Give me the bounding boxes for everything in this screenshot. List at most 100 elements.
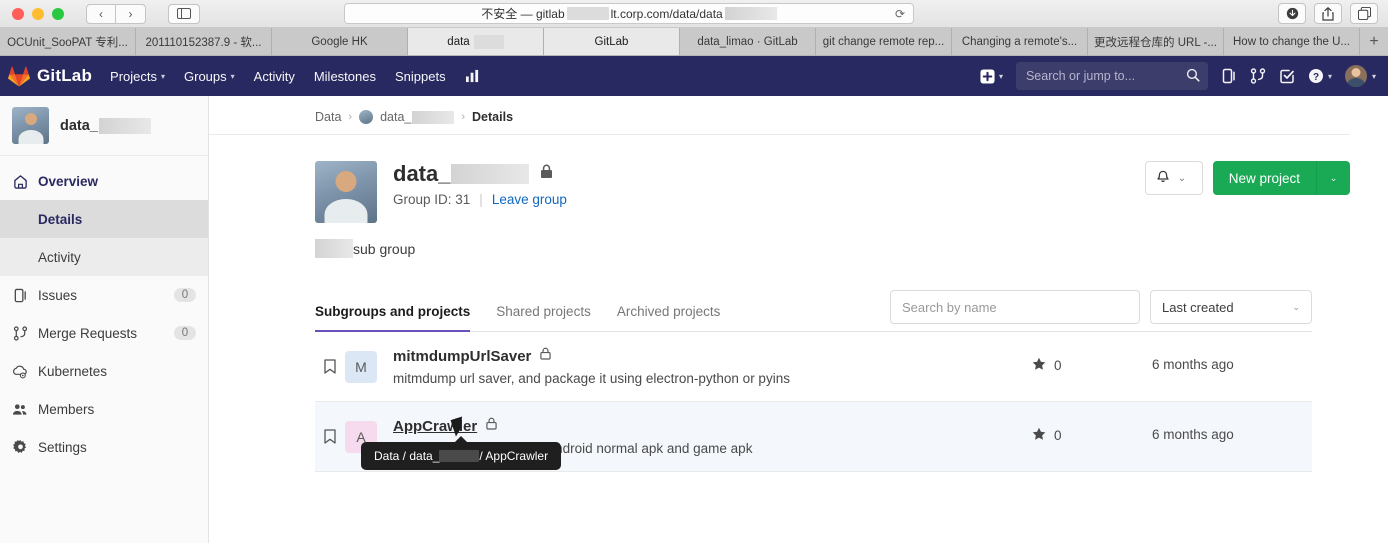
- back-icon[interactable]: ‹: [86, 3, 116, 24]
- forward-icon[interactable]: ›: [116, 3, 146, 24]
- chevron-down-icon: ▾: [1371, 71, 1376, 81]
- browser-tab-strip[interactable]: OCUnit_SooPAT 专利... 201110152387.9 - 软..…: [0, 28, 1388, 56]
- browser-toolbar-actions[interactable]: [1278, 3, 1380, 24]
- nav-item-groups[interactable]: Groups ▾: [184, 69, 235, 84]
- bookmark-glyph: [324, 429, 336, 444]
- project-updated-time: 6 months ago: [1152, 427, 1234, 442]
- sidebar-item-details[interactable]: Details: [0, 200, 208, 238]
- new-tab-button[interactable]: +: [1360, 28, 1388, 55]
- browser-tab[interactable]: 更改远程仓库的 URL -...: [1088, 28, 1224, 55]
- sidebar-item-label: Issues: [38, 287, 78, 303]
- tab-shared-projects[interactable]: Shared projects: [496, 296, 603, 331]
- user-menu-button[interactable]: ▾: [1344, 65, 1376, 87]
- sidebar-item-label: Merge Requests: [38, 325, 138, 341]
- browser-tab[interactable]: How to change the U...: [1224, 28, 1360, 55]
- nav-item-projects[interactable]: Projects ▾: [110, 69, 165, 84]
- tooltip-prefix: Data / data_: [374, 449, 440, 463]
- share-icon[interactable]: [1314, 3, 1342, 24]
- issues-icon[interactable]: [1221, 68, 1237, 84]
- notification-dropdown-button[interactable]: ⌄: [1144, 161, 1203, 195]
- breadcrumb-group[interactable]: data_: [380, 110, 455, 124]
- project-stars: 0: [1032, 417, 1152, 444]
- chevron-down-icon: ⌄: [1177, 172, 1187, 184]
- group-avatar-small: [12, 107, 49, 144]
- group-header: data_ Group ID: 31 | Leave group ⌄ New p…: [209, 135, 1350, 223]
- breadcrumb-root[interactable]: Data: [315, 110, 341, 124]
- help-icon: ?: [1308, 69, 1323, 83]
- download-glyph: [1286, 7, 1298, 20]
- browser-tab[interactable]: git change remote rep...: [816, 28, 952, 55]
- project-updated-time: 6 months ago: [1152, 357, 1234, 372]
- chevron-down-icon: ▾: [1327, 71, 1332, 81]
- tab-archived-projects[interactable]: Archived projects: [617, 296, 733, 331]
- chevron-down-icon: ⌄: [1329, 172, 1338, 183]
- search-glyph: [1186, 68, 1200, 82]
- browser-tab[interactable]: 201110152387.9 - 软...: [136, 28, 272, 55]
- browser-tab-label: How to change the U...: [1233, 35, 1350, 48]
- sidebar-item-activity[interactable]: Activity: [0, 238, 208, 276]
- sidebar-item-kubernetes[interactable]: Kubernetes: [0, 352, 208, 390]
- gitlab-nav-right: ▾ Search or jump to... ? ▾ ▾: [980, 62, 1376, 90]
- browser-tab-label: GitLab: [594, 35, 629, 48]
- sidebar-item-merge-requests[interactable]: Merge Requests 0: [0, 314, 208, 352]
- project-name-row: mitmdumpUrlSaver: [393, 347, 1012, 365]
- svg-text:?: ?: [1313, 72, 1319, 83]
- gitlab-logo-link[interactable]: GitLab: [8, 65, 92, 87]
- merge-request-icon[interactable]: [1250, 68, 1266, 84]
- tab-overview-icon[interactable]: [1350, 3, 1378, 24]
- minimize-window-button[interactable]: [32, 7, 44, 20]
- project-name-link[interactable]: mitmdumpUrlSaver: [393, 348, 531, 365]
- browser-tab[interactable]: Changing a remote's...: [952, 28, 1088, 55]
- browser-tab[interactable]: data_limao · GitLab: [680, 28, 816, 55]
- browser-tab[interactable]: Google HK: [272, 28, 408, 55]
- new-project-button[interactable]: New project ⌄: [1212, 161, 1350, 195]
- window-controls[interactable]: [8, 7, 64, 20]
- maximize-window-button[interactable]: [52, 7, 64, 20]
- bookmark-icon[interactable]: [315, 417, 345, 444]
- nav-item-snippets[interactable]: Snippets: [395, 69, 446, 84]
- address-bar[interactable]: 不安全 — gitlab lt.corp.com/data/data ⟳: [344, 3, 914, 24]
- members-icon: [12, 402, 28, 417]
- browser-tab-active-left[interactable]: data: [408, 28, 544, 55]
- table-row[interactable]: M mitmdumpUrlSaver mitmdump url saver, a…: [315, 332, 1312, 402]
- nav-item-activity[interactable]: Activity: [254, 69, 295, 84]
- merge-glyph: [13, 325, 27, 341]
- nav-item-milestones[interactable]: Milestones: [314, 69, 376, 84]
- group-title-row: data_: [393, 161, 567, 187]
- leave-group-link[interactable]: Leave group: [492, 192, 567, 207]
- search-input[interactable]: Search or jump to...: [1015, 62, 1208, 90]
- sidebar-item-members[interactable]: Members: [0, 390, 208, 428]
- todos-glyph: [1280, 69, 1294, 84]
- sort-dropdown[interactable]: Last created ⌄: [1150, 290, 1312, 324]
- sidebar-item-settings[interactable]: Settings: [0, 428, 208, 466]
- new-dropdown-button[interactable]: ▾: [980, 68, 1003, 84]
- nav-item-label: Activity: [253, 68, 295, 84]
- bookmark-glyph: [324, 359, 336, 374]
- table-row[interactable]: A AppCrawler AppCrawler to auto crawl an…: [315, 402, 1312, 472]
- chevron-down-icon: ▾: [230, 71, 235, 81]
- sidebar-item-overview[interactable]: Overview: [0, 162, 208, 200]
- breadcrumb-group-avatar: [359, 110, 374, 124]
- sidebar-item-label: Activity: [38, 249, 81, 265]
- reload-icon[interactable]: ⟳: [895, 7, 905, 21]
- chevron-down-icon: ▾: [161, 71, 166, 81]
- help-dropdown-button[interactable]: ? ▾: [1308, 68, 1332, 84]
- sidebar-item-issues[interactable]: Issues 0: [0, 276, 208, 314]
- navigation-buttons[interactable]: ‹ ›: [86, 3, 146, 24]
- todos-icon[interactable]: [1279, 68, 1295, 84]
- browser-tab[interactable]: OCUnit_SooPAT 专利...: [0, 28, 136, 55]
- tab-subgroups-and-projects[interactable]: Subgroups and projects: [315, 296, 482, 332]
- bookmark-icon[interactable]: [315, 347, 345, 374]
- issues-icon: [12, 288, 28, 303]
- sidebar-group-header[interactable]: data_: [0, 96, 208, 156]
- nav-item-analytics[interactable]: [465, 69, 480, 83]
- sidebar-toggle-icon[interactable]: [168, 3, 200, 24]
- new-project-dropdown-caret[interactable]: ⌄: [1316, 161, 1350, 195]
- star-icon: [1032, 357, 1046, 374]
- search-by-name-input[interactable]: Search by name: [890, 290, 1140, 324]
- browser-tab-active-right[interactable]: GitLab: [544, 28, 680, 55]
- downloads-icon[interactable]: [1278, 3, 1306, 24]
- close-window-button[interactable]: [12, 7, 24, 20]
- browser-toolbar: ‹ › 不安全 — gitlab lt.corp.com/data/data ⟳: [0, 0, 1388, 28]
- sidebar-item-label: Members: [38, 401, 95, 417]
